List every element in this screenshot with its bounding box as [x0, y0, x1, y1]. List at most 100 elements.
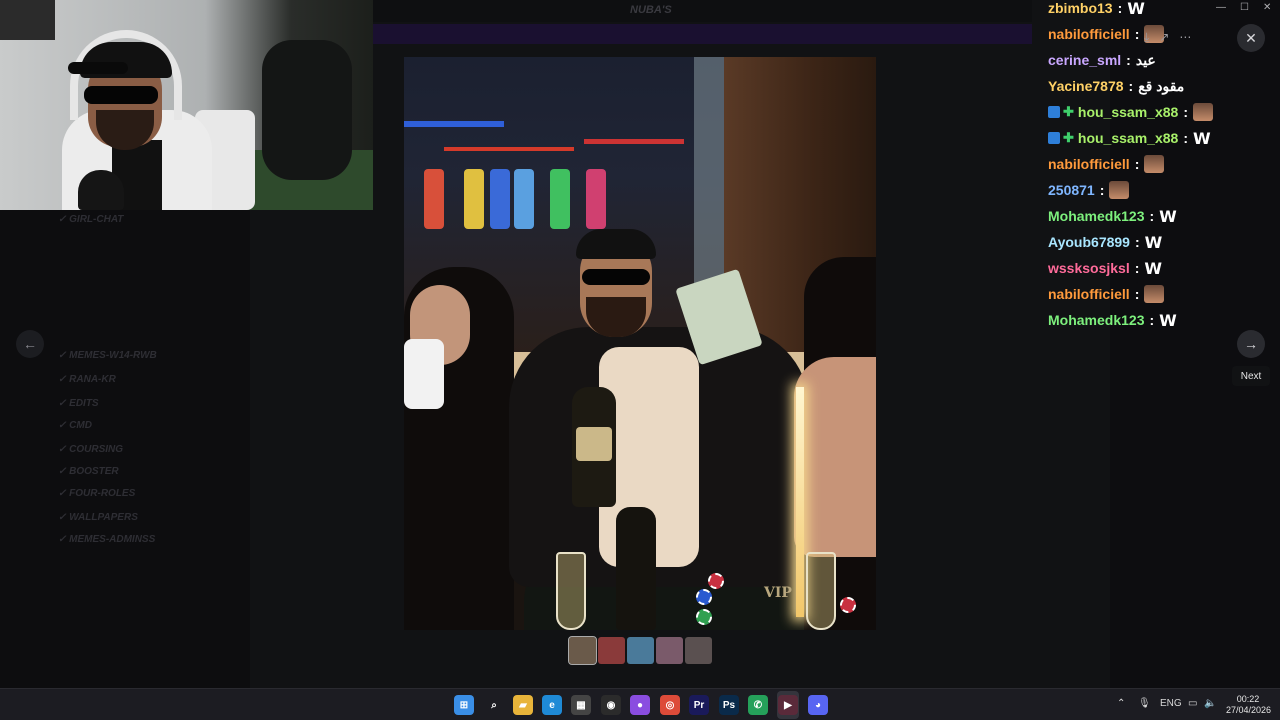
download-icon[interactable]: ⤓ — [1144, 30, 1149, 45]
arrow-left-icon: ← — [23, 336, 37, 352]
chat-message: Ayoub67899: W — [1048, 232, 1162, 252]
next-tooltip: Next — [1232, 366, 1270, 386]
channel-sidebar: ✓ GIRL-CHAT ✓ MEMES-W14-RWB ✓ RANA-KR ✓ … — [0, 210, 250, 688]
more-options-icon[interactable]: ⋯ — [1179, 30, 1191, 44]
obs-icon[interactable]: ◉ — [601, 695, 621, 715]
slot-machine — [514, 169, 534, 229]
chat-message: Mohamedk123: W — [1048, 206, 1177, 226]
streamer-sunglasses — [84, 86, 158, 104]
chat-username[interactable]: cerine_sml — [1048, 52, 1121, 68]
chat-separator: : — [1149, 208, 1155, 224]
chat-separator: : — [1134, 286, 1140, 302]
w-emote: W — [1159, 310, 1177, 330]
channel-item: ✓ RANA-KR — [58, 374, 116, 385]
table-sign: VIP — [764, 585, 792, 601]
chat-message: nabilofficiell: — [1048, 284, 1165, 304]
w-emote: W — [1159, 206, 1177, 226]
channel-item: ✓ EDITS — [58, 398, 99, 409]
chat-message: zbimbo13: W — [1048, 0, 1145, 18]
channel-item: ✓ MEMES-ADMINSS — [58, 534, 156, 545]
webcam-motorbike — [262, 40, 352, 180]
neon-light — [444, 147, 574, 151]
image-thumbnail[interactable] — [627, 637, 654, 664]
face-emote — [1109, 181, 1130, 199]
store-icon[interactable]: ▦ — [571, 695, 591, 715]
discord-icon[interactable]: ◕ — [808, 695, 828, 715]
face-emote — [1192, 103, 1213, 121]
chat-username[interactable]: zbimbo13 — [1048, 0, 1113, 16]
poker-chip — [708, 573, 724, 589]
chat-text: مقود قع — [1138, 77, 1185, 94]
webcam-feed — [0, 0, 373, 210]
chat-separator: : — [1134, 234, 1140, 250]
bottle-label — [576, 427, 612, 461]
media-player-icon[interactable]: ▶ — [778, 695, 798, 715]
language-indicator[interactable]: ENG — [1160, 698, 1182, 709]
windows-taskbar: ⊞ ⌕ ▰ e ▦ ◉ ● ◎ Pr Ps ✆ ▶ ◕ ⌃ 🎙 ENG ▭ 🔈 00:22 27/04/… — [0, 688, 1280, 720]
microphone-icon[interactable]: 🎙 — [1138, 698, 1151, 709]
chat-username[interactable]: nabilofficiell — [1048, 156, 1130, 172]
poker-chip — [696, 609, 712, 625]
maximize-icon[interactable]: ☐ — [1240, 2, 1249, 18]
chevron-up-icon[interactable]: ⌃ — [1117, 698, 1125, 709]
system-clock[interactable]: 00:22 27/04/2026 — [1226, 694, 1271, 716]
man-hair — [576, 229, 656, 259]
next-image-button[interactable]: → — [1237, 330, 1265, 358]
discord-banner — [372, 24, 1032, 44]
network-icon[interactable]: ▭ — [1188, 698, 1197, 709]
chat-username[interactable]: Ayoub67899 — [1048, 234, 1130, 250]
image-thumbnail[interactable] — [685, 637, 712, 664]
close-window-icon[interactable]: ✕ — [1263, 2, 1271, 18]
edge-icon[interactable]: e — [542, 695, 562, 715]
file-explorer-icon[interactable]: ▰ — [513, 695, 533, 715]
chat-message: cerine_sml: عيد — [1048, 50, 1156, 70]
chat-separator: : — [1126, 52, 1131, 68]
chat-username[interactable]: Mohamedk123 — [1048, 208, 1144, 224]
phone — [404, 339, 444, 409]
image-thumbnail-strip — [568, 636, 712, 665]
image-thumbnail[interactable] — [598, 637, 625, 664]
neon-light — [404, 121, 504, 127]
chat-username[interactable]: hou_ssam_x88 — [1078, 104, 1178, 120]
image-thumbnail[interactable] — [656, 637, 683, 664]
chat-message: Mohamedk123: W — [1048, 310, 1177, 330]
chat-separator: : — [1183, 104, 1188, 120]
chat-username[interactable]: Mohamedk123 — [1048, 312, 1144, 328]
premiere-icon[interactable]: Pr — [689, 695, 709, 715]
chat-username[interactable]: hou_ssam_x88 — [1078, 130, 1178, 146]
channel-item: ✓ CMD — [58, 420, 92, 431]
w-emote: W — [1144, 258, 1163, 278]
image-thumbnail[interactable] — [568, 636, 597, 665]
chrome-icon[interactable]: ◎ — [660, 695, 680, 715]
slot-machine — [586, 169, 606, 229]
chat-username[interactable]: 250871 — [1048, 182, 1095, 198]
chat-username[interactable]: Yacine7878 — [1048, 78, 1124, 94]
search-icon[interactable]: ⌕ — [484, 695, 504, 715]
chat-separator: : — [1117, 0, 1123, 16]
channel-item: ✓ MEMES-W14-RWB — [58, 350, 157, 361]
chat-username[interactable]: wssksosjksl — [1048, 260, 1130, 276]
chat-separator: : — [1149, 312, 1155, 328]
minimize-icon[interactable]: — — [1216, 2, 1226, 18]
chat-message: nabilofficiell: — [1048, 154, 1165, 174]
volume-icon[interactable]: 🔈 — [1204, 698, 1216, 709]
photoshop-icon[interactable]: Ps — [719, 695, 739, 715]
cap-brim — [68, 62, 128, 74]
open-external-icon[interactable]: ↗ — [1159, 30, 1169, 44]
chat-message: ✚ hou_ssam_x88: W — [1048, 128, 1211, 148]
messenger-icon[interactable]: ● — [630, 695, 650, 715]
w-emote: W — [1192, 128, 1211, 148]
chat-message: ✚ hou_ssam_x88: — [1048, 102, 1213, 122]
man-sunglasses — [582, 269, 650, 285]
previous-image-button[interactable]: ← — [16, 330, 44, 358]
close-viewer-button[interactable]: ✕ — [1237, 24, 1265, 52]
subscriber-badge-icon — [1048, 106, 1060, 118]
slot-machine — [424, 169, 444, 229]
image-viewer-toolbar: ⤓ ↗ ⋯ — [1108, 24, 1232, 50]
whatsapp-icon[interactable]: ✆ — [748, 695, 768, 715]
clock-time: 00:22 — [1236, 694, 1260, 704]
chat-username[interactable]: nabilofficiell — [1048, 286, 1130, 302]
windows-start-icon[interactable]: ⊞ — [454, 695, 474, 715]
channel-item: ✓ FOUR-ROLES — [58, 488, 136, 499]
slot-machine — [464, 169, 484, 229]
